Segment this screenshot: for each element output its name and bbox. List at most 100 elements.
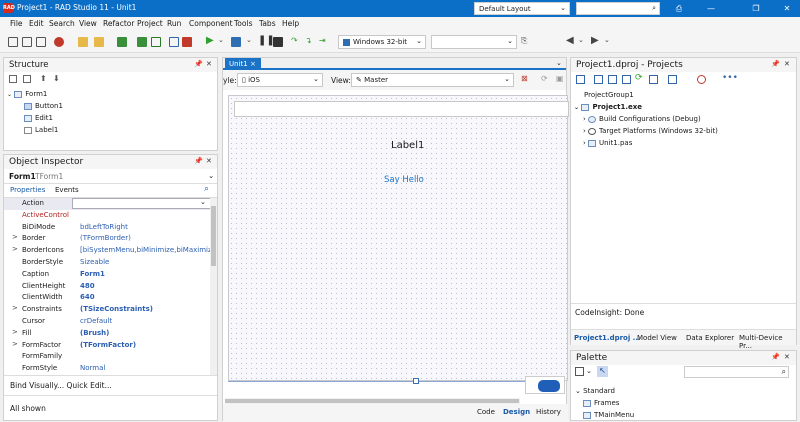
property-row-caption[interactable]: Caption Form1 — [4, 269, 214, 281]
tab-history[interactable]: History — [536, 408, 561, 416]
expand-icon[interactable] — [649, 75, 658, 84]
new-icon[interactable] — [8, 37, 18, 47]
edit1-control[interactable] — [234, 101, 569, 117]
pin-icon[interactable]: 📌 — [194, 60, 203, 68]
refresh-icon[interactable]: ⟳ — [635, 73, 643, 83]
minimize-button[interactable]: — — [702, 2, 720, 15]
property-row-constraints[interactable]: > Constraints (TSizeConstraints) — [4, 304, 214, 316]
property-scrollbar[interactable] — [210, 198, 217, 375]
maximize-button[interactable]: ❐ — [747, 2, 765, 15]
close-icon[interactable]: ✕ — [784, 60, 790, 68]
chevron-down-icon[interactable]: ⌄ — [604, 36, 610, 44]
property-row-clientheight[interactable]: ClientHeight 480 — [4, 281, 214, 293]
tab-design[interactable]: Design — [503, 408, 530, 416]
target-platforms-item[interactable]: › Target Platforms (Windows 32-bit) — [583, 127, 718, 135]
run-icon[interactable]: ▶ — [206, 35, 214, 46]
menu-file[interactable]: File — [10, 19, 23, 28]
chevron-down-icon[interactable]: ⌄ — [586, 367, 592, 375]
menu-tabs[interactable]: Tabs — [259, 19, 276, 28]
masterview-icon[interactable]: ▣ — [556, 74, 564, 83]
menu-project[interactable]: Project — [137, 19, 163, 28]
palette-item-frames[interactable]: Frames — [583, 399, 619, 407]
dropdown-icon[interactable]: ⌄ — [246, 36, 252, 44]
chevron-down-icon[interactable]: ⌄ — [556, 59, 562, 67]
new-project-icon[interactable] — [576, 75, 585, 84]
style-combo[interactable]: ▯ iOS ⌄ — [237, 73, 323, 87]
pin-icon[interactable]: 📌 — [194, 157, 203, 165]
property-row-formfactor[interactable]: > FormFactor (TFormFactor) — [4, 340, 214, 352]
build-configurations-item[interactable]: › Build Configurations (Debug) — [583, 115, 701, 123]
remove-icon[interactable] — [54, 37, 64, 47]
scrollbar-thumb[interactable] — [225, 399, 519, 403]
save-icon[interactable] — [117, 37, 127, 47]
project-group-item[interactable]: ProjectGroup1 — [584, 91, 634, 99]
property-row-borderstyle[interactable]: BorderStyle Sizeable — [4, 257, 214, 269]
close-button[interactable]: ✕ — [778, 2, 796, 15]
menu-edit[interactable]: Edit — [29, 19, 44, 28]
resize-handle[interactable] — [413, 378, 419, 384]
open-icon[interactable] — [78, 37, 88, 47]
tab-code[interactable]: Code — [477, 408, 495, 416]
run-to-cursor-icon[interactable]: ⇥ — [319, 36, 326, 45]
menu-tools[interactable]: Tools — [234, 19, 252, 28]
action-value-field[interactable] — [72, 198, 214, 209]
label1-control[interactable]: Label1 — [391, 140, 424, 151]
search-icon[interactable]: ⌕ — [204, 184, 209, 194]
property-row-border[interactable]: > Border (TFormBorder) — [4, 233, 214, 245]
move-up-icon[interactable]: ⬆ — [40, 74, 47, 83]
rotate-icon[interactable]: ⟳ — [541, 74, 548, 83]
config-combo[interactable]: ⌄ — [431, 35, 517, 49]
menu-help[interactable]: Help — [282, 19, 299, 28]
property-row-action[interactable]: Action ⌄ — [4, 198, 214, 210]
tree-item-label1[interactable]: Label1 — [24, 126, 58, 134]
unit1-pas-item[interactable]: › Unit1.pas — [583, 139, 632, 147]
view-combo[interactable]: ✎ Master ⌄ — [351, 73, 514, 87]
form-canvas[interactable]: Label1 Say Hello — [228, 95, 569, 381]
expand-icon[interactable]: › — [583, 127, 586, 135]
object-selector[interactable]: Form1 TForm1 ⌄ — [4, 169, 217, 184]
tab-project1-dproj[interactable]: Project1.dproj ... — [574, 334, 641, 342]
property-row-formstyle[interactable]: FormStyle Normal — [4, 363, 214, 375]
build-icon[interactable] — [622, 75, 631, 84]
tab-data-explorer[interactable]: Data Explorer — [686, 334, 734, 342]
palette-category-standard[interactable]: ⌄ Standard — [575, 387, 615, 395]
property-row-bordericons[interactable]: > BorderIcons [biSystemMenu,biMinimize,b… — [4, 245, 217, 257]
close-icon[interactable]: × — [250, 60, 256, 68]
close-icon[interactable]: ✕ — [206, 60, 212, 68]
property-row-clientwidth[interactable]: ClientWidth 640 — [4, 292, 214, 304]
expand-icon[interactable]: › — [583, 139, 586, 147]
tree-item-form1[interactable]: ⌄ Form1 — [7, 90, 47, 98]
menu-search[interactable]: Search — [49, 19, 75, 28]
new-form-icon[interactable] — [36, 37, 46, 47]
ide-search-input[interactable]: ⌕ — [576, 2, 660, 15]
open-project2-icon[interactable] — [169, 37, 179, 47]
help-icon[interactable]: ⎙ — [670, 2, 688, 15]
tree-item-button1[interactable]: Button1 — [24, 102, 63, 110]
property-row-formfamily[interactable]: FormFamily — [4, 351, 214, 363]
scrollbar-thumb[interactable] — [211, 206, 216, 266]
menu-run[interactable]: Run — [167, 19, 181, 28]
expand-icon[interactable]: ⌄ — [7, 91, 12, 98]
property-row-bidimode[interactable]: BiDiMode bdLeftToRight — [4, 222, 214, 234]
remove-view-icon[interactable]: ⊠ — [521, 74, 528, 83]
expand-icon[interactable]: ⌄ — [575, 387, 581, 395]
collapse-all-icon[interactable] — [9, 75, 17, 83]
tab-model-view[interactable]: Model View — [637, 334, 677, 342]
expand-all-icon[interactable] — [23, 75, 31, 83]
close-icon[interactable]: ✕ — [784, 353, 790, 361]
pin-icon[interactable]: 📌 — [771, 60, 780, 68]
layout-combo[interactable]: Default Layout ⌄ — [474, 2, 570, 15]
categories-icon[interactable] — [575, 367, 584, 376]
menu-component[interactable]: Component — [189, 19, 233, 28]
pin-icon[interactable]: 📌 — [771, 353, 780, 361]
chevron-down-icon[interactable]: ⌄ — [578, 36, 584, 44]
pointer-icon[interactable]: ↖ — [597, 366, 608, 377]
move-down-icon[interactable]: ⬇ — [53, 74, 60, 83]
run-without-debug-icon[interactable] — [231, 37, 241, 47]
say-hello-button[interactable]: Say Hello — [384, 175, 424, 185]
expand-icon[interactable]: › — [583, 115, 586, 123]
options-icon[interactable] — [608, 75, 617, 84]
bind-visually-link[interactable]: Bind Visually... Quick Edit... — [10, 381, 112, 390]
sort-icon[interactable] — [697, 75, 706, 84]
property-row-cursor[interactable]: Cursor crDefault — [4, 316, 214, 328]
